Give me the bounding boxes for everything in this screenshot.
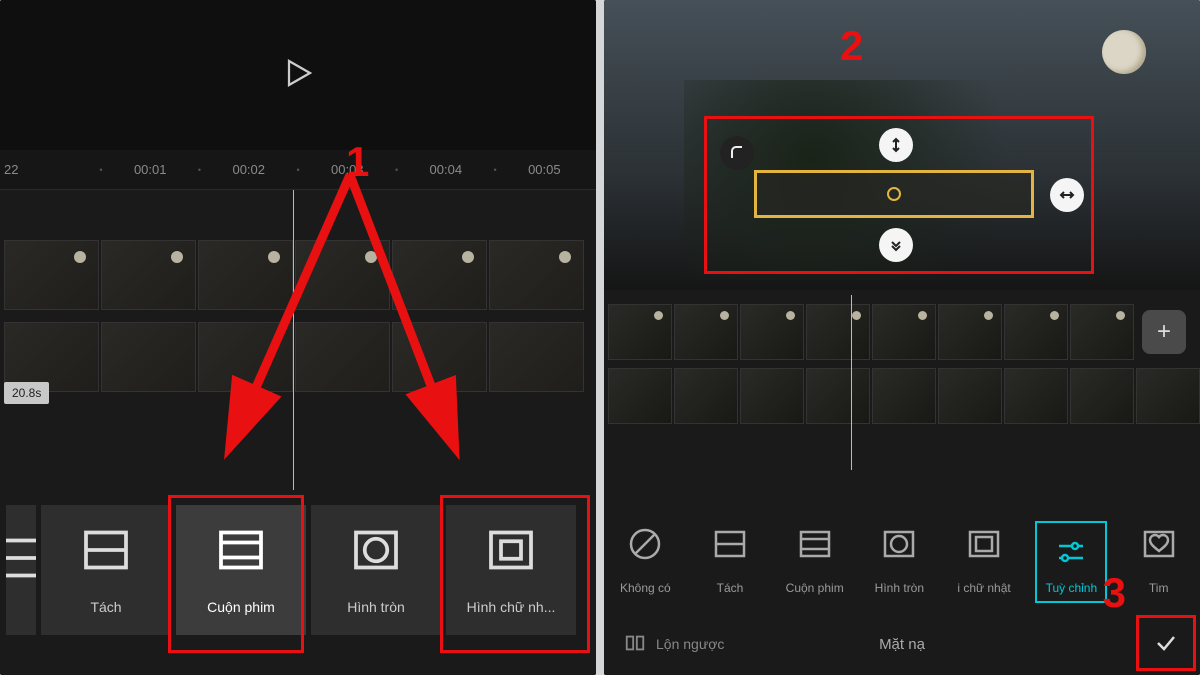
option-label: Hình tròn (875, 581, 924, 595)
expand-down-button[interactable] (879, 228, 913, 262)
option-label: Tách (90, 599, 121, 615)
option-tach[interactable]: Tách (41, 505, 171, 635)
text-overlay-bounds[interactable] (754, 170, 1034, 218)
split-horizontal-icon (81, 525, 131, 575)
circle-mask-icon (876, 521, 922, 567)
step-number-3: 3 (1103, 569, 1126, 617)
clip-thumb[interactable] (295, 240, 390, 310)
clip-thumb[interactable] (198, 322, 293, 392)
left-panel: 22 • 00:01 • 00:02 • 00:03 • 00:04 • 00:… (0, 0, 596, 675)
option-label: Tim (1149, 581, 1169, 595)
clip-thumb[interactable] (101, 322, 196, 392)
clip-thumb[interactable] (740, 368, 804, 424)
clip-duration-chip: 20.8s (4, 382, 49, 404)
clip-strip[interactable] (0, 190, 596, 310)
ruler-tick: 22 (4, 162, 99, 177)
clip-thumb[interactable] (938, 368, 1002, 424)
clip-thumb[interactable] (392, 322, 487, 392)
clip-thumb[interactable] (295, 322, 390, 392)
option-label: Hình tròn (347, 599, 405, 615)
option-hinhchunhat[interactable]: Hình chữ nh... (446, 505, 576, 635)
resize-horizontal-button[interactable] (1050, 178, 1084, 212)
option-khongco[interactable]: Không có (612, 521, 679, 595)
clip-thumb[interactable] (1004, 304, 1068, 360)
clip-thumb[interactable] (1070, 368, 1134, 424)
option-label: Tách (717, 581, 744, 595)
clip-thumb[interactable] (938, 304, 1002, 360)
option-label: i chữ nhật (957, 581, 1010, 595)
option-tuychinh[interactable]: Tuỳ chỉnh (1035, 521, 1107, 603)
time-ruler[interactable]: 22 • 00:01 • 00:02 • 00:03 • 00:04 • 00:… (0, 150, 596, 190)
clip-thumb[interactable] (1070, 304, 1134, 360)
ruler-tick: 00:02 (201, 162, 296, 177)
clip-thumb[interactable] (198, 240, 293, 310)
ruler-tick: 00:05 (497, 162, 592, 177)
clip-thumb[interactable] (4, 240, 99, 310)
clip-thumb[interactable] (608, 368, 672, 424)
option-hinhtron[interactable]: Hình tròn (866, 521, 933, 595)
clip-thumb[interactable] (872, 368, 936, 424)
step-number-2: 2 (840, 22, 863, 70)
clip-thumb[interactable] (489, 322, 584, 392)
center-handle-icon[interactable] (887, 187, 901, 201)
clip-thumb[interactable] (489, 240, 584, 310)
option-label: Cuộn phim (207, 599, 275, 615)
ruler-tick: 00:04 (398, 162, 493, 177)
option-label: Cuộn phim (786, 581, 844, 595)
toolbar-title: Mặt nạ (879, 636, 925, 653)
clip-thumb[interactable] (392, 240, 487, 310)
preview-area-right[interactable]: 2 (604, 0, 1200, 290)
preview-moon (1102, 30, 1146, 74)
option-tach[interactable]: Tách (697, 521, 764, 595)
option-cuonphim[interactable]: Cuộn phim (781, 521, 848, 595)
rectangle-mask-icon (486, 525, 536, 575)
playhead-line[interactable] (293, 190, 294, 490)
option-label: Tuỳ chỉnh (1046, 581, 1098, 595)
clip-thumb[interactable] (872, 304, 936, 360)
preview-area-left (0, 0, 596, 150)
heart-mask-icon (1136, 521, 1182, 567)
rectangle-mask-icon (961, 521, 1007, 567)
flip-icon (624, 632, 646, 657)
clip-thumb[interactable] (101, 240, 196, 310)
step-number-1: 1 (346, 138, 369, 186)
option-partial[interactable] (6, 505, 36, 635)
option-hinhchunhat[interactable]: i chữ nhật (951, 521, 1018, 595)
clip-thumb[interactable] (1004, 368, 1068, 424)
corner-radius-button[interactable] (720, 136, 754, 170)
resize-vertical-button[interactable] (879, 128, 913, 162)
clip-thumb[interactable] (1136, 368, 1200, 424)
right-panel: 2 + (604, 0, 1200, 675)
split-horizontal-icon (707, 521, 753, 567)
filmstrip-icon (216, 525, 266, 575)
clip-thumb[interactable] (608, 304, 672, 360)
play-icon[interactable] (280, 55, 316, 96)
playhead-line[interactable] (851, 295, 852, 470)
confirm-button[interactable] (1136, 615, 1196, 671)
clip-thumb[interactable] (806, 368, 870, 424)
flip-button[interactable]: Lộn ngược (624, 632, 724, 657)
timeline-right[interactable]: + (604, 300, 1200, 470)
clip-thumb[interactable] (740, 304, 804, 360)
sliders-icon (1048, 529, 1094, 575)
clip-thumb[interactable] (674, 368, 738, 424)
option-tim[interactable]: Tim (1125, 521, 1192, 595)
none-icon (622, 521, 668, 567)
ruler-tick: 00:01 (103, 162, 198, 177)
bottom-toolbar: Lộn ngược Mặt nạ (604, 613, 1200, 675)
option-label: Không có (620, 581, 671, 595)
clip-strip-lower[interactable] (0, 310, 596, 392)
split-half-icon (6, 533, 36, 583)
clip-thumb[interactable] (674, 304, 738, 360)
add-clip-button[interactable]: + (1142, 310, 1186, 354)
option-label: Hình chữ nh... (467, 599, 556, 615)
option-cuonphim[interactable]: Cuộn phim (176, 505, 306, 635)
flip-label: Lộn ngược (656, 636, 724, 652)
filmstrip-icon (792, 521, 838, 567)
option-hinhtron[interactable]: Hình tròn (311, 505, 441, 635)
circle-mask-icon (351, 525, 401, 575)
clip-thumb[interactable] (806, 304, 870, 360)
mask-options-row: Tách Cuộn phim Hình tròn Hình chữ nh... (0, 485, 596, 675)
